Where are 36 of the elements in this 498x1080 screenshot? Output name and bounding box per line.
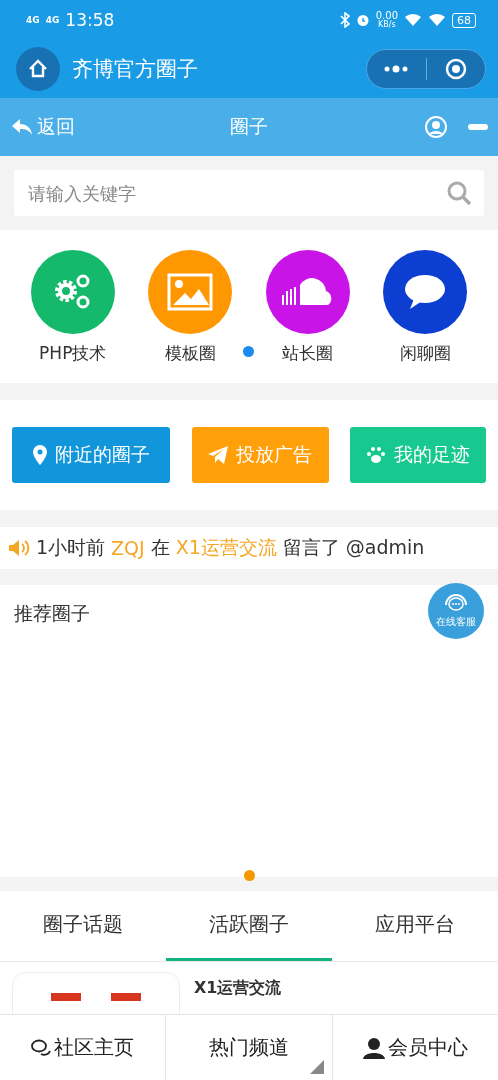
app-title: 齐博官方圈子 <box>72 56 199 83</box>
speed-value: 0.00 <box>375 11 398 21</box>
section-title: 推荐圈子 <box>14 601 90 626</box>
bluetooth-icon <box>339 12 350 28</box>
circle-name[interactable]: X1运营交流 <box>194 978 282 1014</box>
bottom-nav-item[interactable]: 会员中心 <box>332 1015 498 1080</box>
wifi-icon <box>428 13 446 27</box>
clock-time: 13:58 <box>65 10 115 30</box>
speed-unit: KB/s <box>378 21 396 29</box>
battery-level: 68 <box>452 12 476 28</box>
notice-text: 留言了 @admin <box>282 535 425 560</box>
category-label[interactable]: 闲聊圈 <box>399 342 451 365</box>
alarm-icon <box>355 13 370 27</box>
category-label[interactable]: 站长圈 <box>282 342 334 365</box>
home-icon[interactable] <box>27 58 49 80</box>
search-field[interactable]: 请输入关键字 <box>14 170 484 216</box>
notice-text: 1小时前 <box>36 535 106 560</box>
wifi-icon <box>404 13 422 27</box>
bottom-nav-item[interactable]: 社区主页 <box>0 1015 167 1080</box>
category-label[interactable]: 模板圈 <box>164 342 216 365</box>
back-arrow-icon[interactable] <box>10 117 34 137</box>
more-icon[interactable] <box>383 65 410 73</box>
notice-text: 在 <box>150 535 170 560</box>
home-button[interactable] <box>16 47 60 91</box>
bottom-nav-item[interactable]: 热门频道 <box>166 1015 333 1080</box>
chat-icon[interactable] <box>31 1038 52 1057</box>
network-label: 4G <box>45 15 60 25</box>
network-label: 4G <box>26 15 40 25</box>
speaker-icon <box>8 539 30 557</box>
category-label[interactable]: PHP技术 <box>39 342 107 365</box>
search-icon[interactable] <box>446 180 472 206</box>
more-icon[interactable] <box>468 123 488 131</box>
target-icon[interactable] <box>443 57 468 81</box>
location-pin-icon[interactable] <box>32 445 47 465</box>
page-title: 圈子 <box>230 114 268 139</box>
user-icon[interactable] <box>362 1036 385 1059</box>
